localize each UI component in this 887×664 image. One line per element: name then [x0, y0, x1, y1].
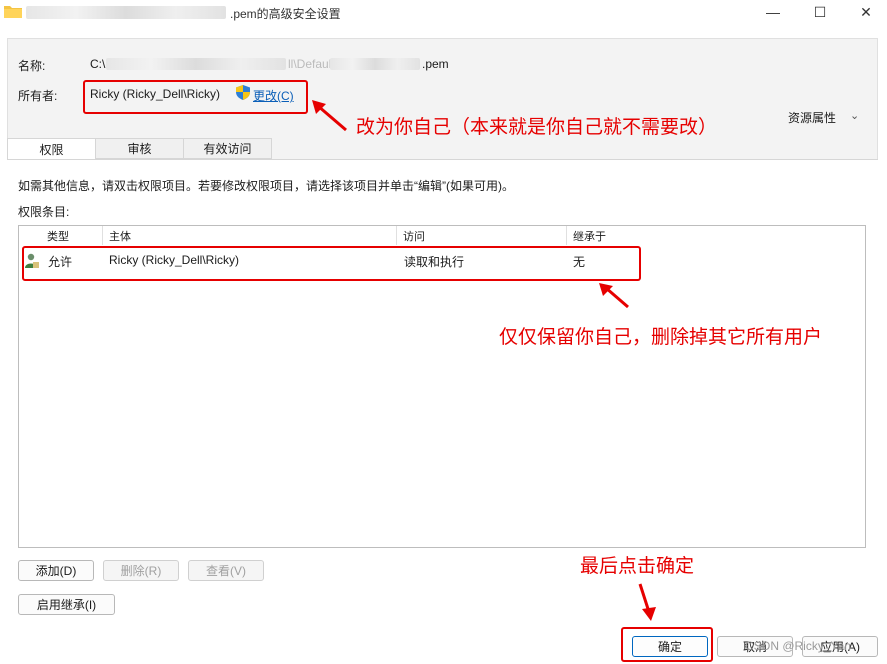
csdn-watermark: CSDN @Ricky_Yan: [745, 639, 851, 653]
enable-inheritance-button[interactable]: 启用继承(I): [18, 594, 115, 615]
owner-annotation: 改为你自己（本来就是你自己就不需要改）: [356, 116, 718, 138]
file-path: C:\: [90, 57, 105, 71]
blurred-path-1: [106, 58, 286, 70]
tab-permissions[interactable]: 权限: [7, 138, 96, 160]
add-button[interactable]: 添加(D): [18, 560, 94, 581]
maximize-button[interactable]: ☐: [808, 2, 832, 22]
close-button[interactable]: ✕: [854, 2, 878, 22]
info-text: 如需其他信息，请双击权限项目。若要修改权限项目，请选择该项目并单击“编辑”(如果…: [18, 179, 514, 193]
tab-auditing[interactable]: 审核: [95, 138, 184, 159]
entry-highlight-box: [22, 246, 641, 281]
entries-label: 权限条目:: [18, 205, 70, 219]
remove-button[interactable]: 删除(R): [103, 560, 179, 581]
column-header-access[interactable]: 访问: [397, 226, 567, 245]
ok-annotation: 最后点击确定: [580, 555, 695, 577]
owner-highlight-box: [83, 80, 308, 114]
arrow-icon: [312, 100, 347, 132]
folder-icon: [4, 6, 22, 18]
column-header-type[interactable]: 类型: [41, 226, 103, 245]
view-button[interactable]: 查看(V): [188, 560, 264, 581]
maximize-icon: ☐: [813, 3, 827, 20]
column-header-inherited[interactable]: 继承于: [567, 226, 667, 245]
owner-label: 所有者:: [18, 89, 58, 103]
path-suffix: .pem: [422, 57, 449, 71]
entries-annotation: 仅仅保留你自己，删除掉其它所有用户: [499, 326, 823, 348]
tab-effective-access[interactable]: 有效访问: [183, 138, 272, 159]
ok-highlight-box: [621, 627, 713, 662]
title-bar: .pem的高级安全设置 — ☐ ✕: [0, 0, 887, 26]
path-prefix: C:\: [90, 57, 106, 71]
resource-attributes-toggle[interactable]: 资源属性: [788, 109, 836, 126]
close-icon: ✕: [860, 3, 872, 20]
arrow-icon: [599, 283, 629, 309]
minimize-button[interactable]: —: [761, 2, 785, 22]
chevron-down-icon[interactable]: ⌄: [850, 109, 859, 122]
blurred-path-2: [330, 58, 420, 70]
arrow-icon: [638, 583, 656, 621]
name-label: 名称:: [18, 59, 46, 73]
minimize-icon: —: [766, 4, 780, 20]
window-title: .pem的高级安全设置: [230, 7, 341, 21]
column-header-principal[interactable]: 主体: [103, 226, 397, 245]
blurred-title-filename: [26, 6, 226, 19]
